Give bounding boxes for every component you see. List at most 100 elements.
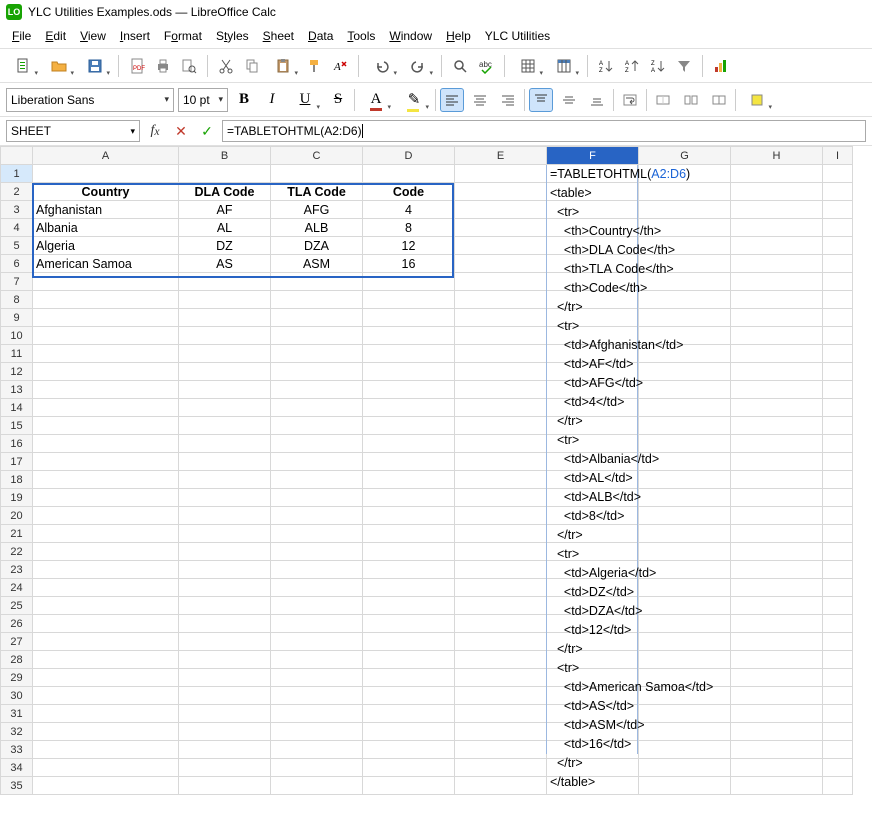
cell-E33[interactable] xyxy=(455,741,547,759)
cell-F25[interactable] xyxy=(547,597,639,615)
cell-B26[interactable] xyxy=(179,615,271,633)
cell-A8[interactable] xyxy=(33,291,179,309)
cell-C4[interactable]: ALB xyxy=(271,219,363,237)
cell-C17[interactable] xyxy=(271,453,363,471)
export-pdf-button[interactable]: PDF xyxy=(125,54,149,78)
cell-I30[interactable] xyxy=(823,687,853,705)
cell-A2[interactable]: Country xyxy=(33,183,179,201)
cell-D2[interactable]: Code xyxy=(363,183,455,201)
cell-A24[interactable] xyxy=(33,579,179,597)
cell-I18[interactable] xyxy=(823,471,853,489)
cell-C13[interactable] xyxy=(271,381,363,399)
cell-E14[interactable] xyxy=(455,399,547,417)
cell-E12[interactable] xyxy=(455,363,547,381)
chart-button[interactable] xyxy=(709,54,733,78)
cell-H32[interactable] xyxy=(731,723,823,741)
cell-D35[interactable] xyxy=(363,777,455,795)
cell-G9[interactable] xyxy=(639,309,731,327)
cell-I26[interactable] xyxy=(823,615,853,633)
cell-D33[interactable] xyxy=(363,741,455,759)
cell-I21[interactable] xyxy=(823,525,853,543)
cell-H5[interactable] xyxy=(731,237,823,255)
cell-A11[interactable] xyxy=(33,345,179,363)
row-header-3[interactable]: 3 xyxy=(1,201,33,219)
cell-A9[interactable] xyxy=(33,309,179,327)
cell-I7[interactable] xyxy=(823,273,853,291)
cell-C28[interactable] xyxy=(271,651,363,669)
cell-B17[interactable] xyxy=(179,453,271,471)
cell-I22[interactable] xyxy=(823,543,853,561)
cell-E7[interactable] xyxy=(455,273,547,291)
cell-B27[interactable] xyxy=(179,633,271,651)
cell-E5[interactable] xyxy=(455,237,547,255)
menu-ylc-utilities[interactable]: YLC Utilities xyxy=(479,27,556,45)
undo-button[interactable] xyxy=(365,54,399,78)
menu-format[interactable]: Format xyxy=(158,27,208,45)
cell-E31[interactable] xyxy=(455,705,547,723)
row-header-27[interactable]: 27 xyxy=(1,633,33,651)
underline-button[interactable]: U xyxy=(288,88,322,112)
cell-G1[interactable] xyxy=(639,165,731,183)
menu-view[interactable]: View xyxy=(74,27,112,45)
cell-C15[interactable] xyxy=(271,417,363,435)
menu-data[interactable]: Data xyxy=(302,27,339,45)
cell-A12[interactable] xyxy=(33,363,179,381)
cell-C23[interactable] xyxy=(271,561,363,579)
autofilter-button[interactable] xyxy=(672,54,696,78)
cell-C5[interactable]: DZA xyxy=(271,237,363,255)
highlight-button[interactable]: ✎ xyxy=(397,88,431,112)
cell-D4[interactable]: 8 xyxy=(363,219,455,237)
unmerge-button[interactable] xyxy=(679,88,703,112)
cell-C12[interactable] xyxy=(271,363,363,381)
cell-H19[interactable] xyxy=(731,489,823,507)
font-color-button[interactable]: A xyxy=(359,88,393,112)
cell-B22[interactable] xyxy=(179,543,271,561)
cell-G5[interactable] xyxy=(639,237,731,255)
cell-F9[interactable] xyxy=(547,309,639,327)
cell-C34[interactable] xyxy=(271,759,363,777)
cell-D9[interactable] xyxy=(363,309,455,327)
cell-A13[interactable] xyxy=(33,381,179,399)
cell-F3[interactable] xyxy=(547,201,639,219)
cell-G3[interactable] xyxy=(639,201,731,219)
cell-G11[interactable] xyxy=(639,345,731,363)
cell-C16[interactable] xyxy=(271,435,363,453)
cell-E25[interactable] xyxy=(455,597,547,615)
cell-E16[interactable] xyxy=(455,435,547,453)
cell-G32[interactable] xyxy=(639,723,731,741)
cell-E8[interactable] xyxy=(455,291,547,309)
column-button[interactable] xyxy=(547,54,581,78)
cell-C6[interactable]: ASM xyxy=(271,255,363,273)
cell-I5[interactable] xyxy=(823,237,853,255)
align-top-button[interactable] xyxy=(529,88,553,112)
cell-A26[interactable] xyxy=(33,615,179,633)
cell-E15[interactable] xyxy=(455,417,547,435)
cell-D24[interactable] xyxy=(363,579,455,597)
menu-tools[interactable]: Tools xyxy=(341,27,381,45)
cell-F15[interactable] xyxy=(547,417,639,435)
italic-button[interactable]: I xyxy=(260,88,284,112)
cell-B34[interactable] xyxy=(179,759,271,777)
cell-C35[interactable] xyxy=(271,777,363,795)
menu-file[interactable]: File xyxy=(6,27,37,45)
cell-D22[interactable] xyxy=(363,543,455,561)
cell-A5[interactable]: Algeria xyxy=(33,237,179,255)
cell-B9[interactable] xyxy=(179,309,271,327)
cell-D29[interactable] xyxy=(363,669,455,687)
cell-C2[interactable]: TLA Code xyxy=(271,183,363,201)
wrap-button[interactable] xyxy=(618,88,642,112)
cell-H1[interactable] xyxy=(731,165,823,183)
print-preview-button[interactable] xyxy=(177,54,201,78)
cell-C26[interactable] xyxy=(271,615,363,633)
function-wizard-button[interactable]: fx xyxy=(144,120,166,142)
cell-F29[interactable] xyxy=(547,669,639,687)
cell-D21[interactable] xyxy=(363,525,455,543)
row-header-16[interactable]: 16 xyxy=(1,435,33,453)
cell-F28[interactable] xyxy=(547,651,639,669)
cell-I24[interactable] xyxy=(823,579,853,597)
cell-G23[interactable] xyxy=(639,561,731,579)
sort-button[interactable]: AZ xyxy=(594,54,618,78)
cell-H14[interactable] xyxy=(731,399,823,417)
cell-G31[interactable] xyxy=(639,705,731,723)
cell-G34[interactable] xyxy=(639,759,731,777)
